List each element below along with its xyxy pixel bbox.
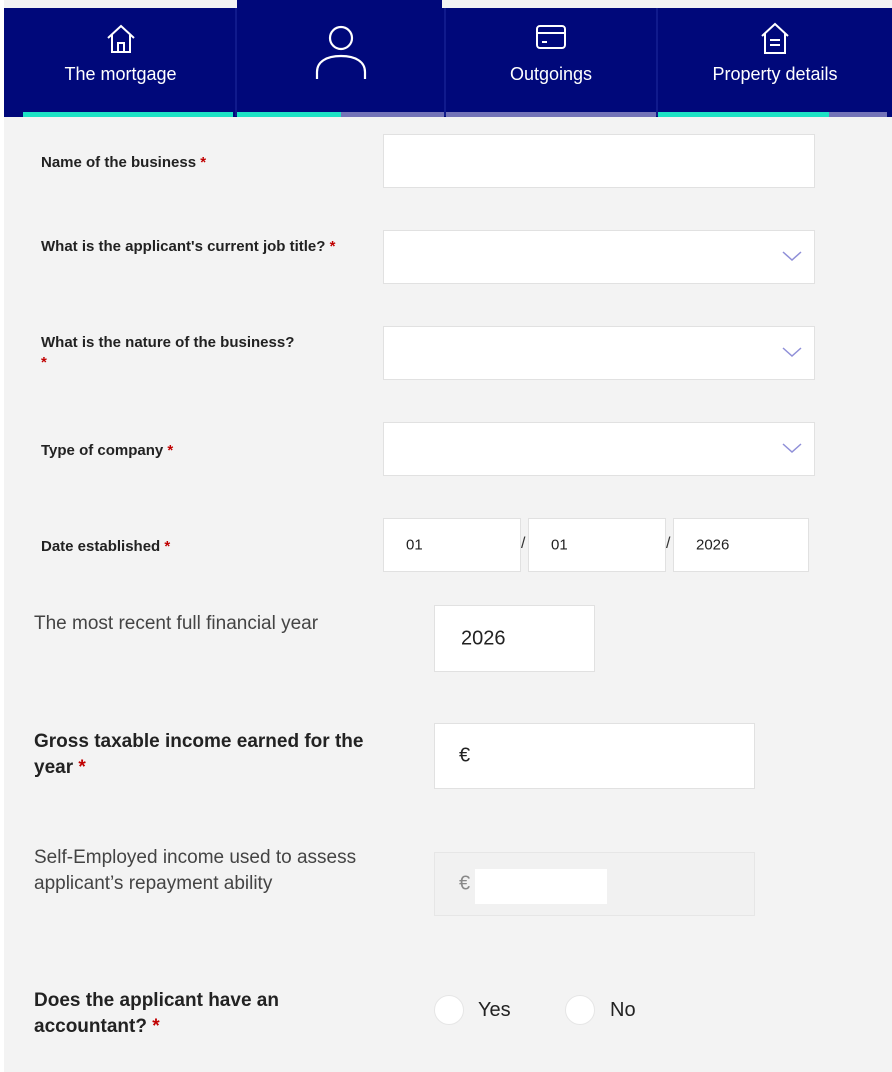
date-month-input[interactable]: 01 [528,518,666,572]
accountant-label: Does the applicant have an accountant? * [34,988,364,1040]
step-navigation: The mortgage Outgoings Property details [4,8,892,117]
progress-bar-outgoings [446,112,656,117]
self-employed-income-value-area [475,869,607,904]
date-day-input[interactable]: 01 [383,518,521,572]
required-marker: * [41,354,47,371]
financial-year-label: The most recent full financial year [34,613,319,634]
financial-year-input[interactable]: 2026 [434,605,595,672]
tab-label: Outgoings [509,64,593,84]
date-year-input[interactable]: 2026 [673,518,809,572]
required-marker: * [200,154,207,171]
date-established-label: Date established * [41,537,371,557]
company-type-label: Type of company * [41,441,371,461]
currency-symbol: € [459,744,471,767]
accountant-yes-radio[interactable] [434,995,464,1025]
accountant-no-label[interactable]: No [610,999,636,1022]
progress-bar-mortgage [23,112,233,117]
date-year-value: 2026 [696,536,730,554]
self-employed-income-label: Self-Employed income used to assess appl… [34,847,357,894]
accountant-no-radio[interactable] [565,995,595,1025]
business-nature-label: What is the nature of the business? * [41,333,301,373]
company-type-select[interactable] [383,422,815,476]
job-title-select[interactable] [383,230,815,284]
label-text: Type of company [41,442,164,459]
tab-the-mortgage[interactable]: The mortgage [4,8,237,112]
tab-label: Property details [712,64,838,84]
label-text: Date established [41,538,161,555]
required-marker: * [152,1016,160,1037]
progress-bar-applicant-pending [341,112,444,117]
required-marker: * [164,538,171,555]
progress-bar-applicant-complete [237,112,341,117]
required-marker: * [329,238,336,255]
financial-year-value: 2026 [461,627,506,649]
tab-property-details[interactable]: Property details [658,8,892,112]
chevron-down-icon [782,440,802,458]
required-marker: * [167,442,174,459]
date-day-value: 01 [406,536,423,554]
tab-label: The mortgage [64,64,177,84]
tab-outgoings[interactable]: Outgoings [446,8,656,112]
date-separator: / [521,535,526,552]
house-icon [104,22,138,61]
accountant-yes-label[interactable]: Yes [478,999,511,1022]
chevron-down-icon [782,248,802,266]
business-name-input[interactable] [383,134,815,188]
person-icon [312,24,370,85]
active-tab-cap [237,0,442,8]
label-text: Name of the business [41,154,197,171]
gross-income-input[interactable]: € [434,723,755,789]
self-employed-income-field: € [434,852,755,916]
gross-income-label: Gross taxable income earned for the year… [34,729,364,781]
page-left-edge [0,0,4,1072]
chevron-down-icon [782,344,802,362]
progress-bar-property-pending [829,112,887,117]
card-icon [535,24,567,55]
business-nature-select[interactable] [383,326,815,380]
home-document-icon [759,20,791,61]
label-text: What is the nature of the business? [41,334,295,351]
date-separator: / [666,535,671,552]
date-month-value: 01 [551,536,568,554]
progress-bar-property-complete [658,112,829,117]
currency-symbol: € [459,872,471,895]
required-marker: * [78,757,86,778]
business-name-label: Name of the business * [41,153,371,173]
tab-applicant[interactable] [237,8,444,112]
job-title-label: What is the applicant's current job titl… [41,237,341,257]
label-text: What is the applicant's current job titl… [41,238,326,255]
